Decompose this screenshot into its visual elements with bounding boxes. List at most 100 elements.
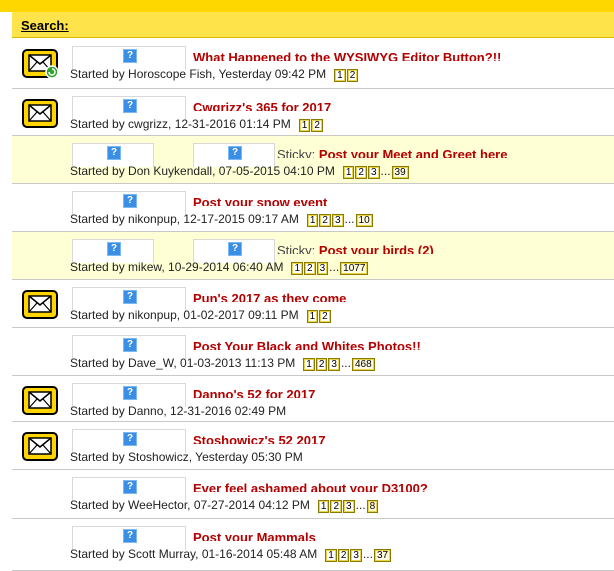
page-ellipsis: ... [362, 547, 373, 562]
thread-title-text[interactable]: Pun's 2017 as they come [193, 291, 346, 302]
page-link[interactable]: 1 [298, 119, 311, 133]
thread-title[interactable]: Sticky: Post your Meet and Greet here [277, 145, 507, 158]
thread-title[interactable]: What Happened to the WYSIWYG Editor Butt… [193, 48, 501, 61]
thread-starter: Started by WeeHector, 07-27-2014 04:12 P… [70, 498, 379, 514]
last-page-link[interactable]: 10 [355, 214, 373, 228]
missing-image-icon: ? [228, 242, 242, 256]
thread-row[interactable]: ? Pun's 2017 as they come Started by nikon… [12, 280, 614, 328]
missing-image-icon: ? [107, 146, 121, 160]
page-link[interactable]: 2 [346, 69, 359, 83]
last-page-link[interactable]: 8 [366, 500, 379, 514]
page-link[interactable]: 3 [343, 500, 355, 514]
missing-image-icon: ? [123, 49, 137, 63]
page-links: 12 [298, 117, 324, 133]
thread-row[interactable]: ? Post your Mammals Started by Scott Murra… [12, 519, 614, 571]
starter-text: Started by WeeHector, 07-27-2014 04:12 P… [70, 498, 310, 512]
page-link[interactable]: 1 [334, 69, 346, 83]
last-page-link[interactable]: 1077 [340, 262, 369, 276]
page-link[interactable]: 2 [315, 358, 328, 372]
search-link[interactable]: Search: [21, 18, 69, 33]
left-margin [0, 12, 12, 571]
page-link[interactable]: 1 [303, 358, 315, 372]
top-accent-bar [0, 0, 614, 12]
page-link[interactable]: 3 [367, 166, 380, 180]
thread-title-text[interactable]: Ever feel ashamed about your D3100? [193, 481, 428, 492]
thread-title[interactable]: Post your Mammals [193, 528, 316, 541]
thread-row[interactable]: ? Cwgrizz's 365 for 2017 Started by cwgriz… [12, 89, 614, 136]
thread-row[interactable]: ? Stoshowicz's 52 2017 Started by Stoshowi… [12, 422, 614, 470]
thread-row[interactable]: ? Post your snow event Started by nikonpup… [12, 184, 614, 232]
missing-image-icon: ? [123, 386, 137, 400]
page-links: 1 2 3... 37 [325, 547, 392, 563]
thread-row[interactable]: ?? Sticky: Post your Meet and Greet here S… [12, 136, 614, 184]
page-link[interactable]: 3 [316, 262, 329, 276]
thread-title-text[interactable]: Danno's 52 for 2017 [193, 387, 315, 398]
thread-title-text[interactable]: Stoshowicz's 52 2017 [193, 433, 325, 444]
last-page-link[interactable]: 37 [373, 549, 392, 563]
thread-row[interactable]: ? Ever feel ashamed about your D3100? Star… [12, 470, 614, 519]
thread-title-text[interactable]: Cwgrizz's 365 for 2017 [193, 100, 331, 111]
page-link[interactable]: 1 [317, 500, 330, 514]
page-link[interactable]: 1 [342, 166, 355, 180]
page-link[interactable]: 2 [319, 310, 331, 324]
thread-title-text[interactable]: Post your snow event [193, 195, 327, 206]
thread-title[interactable]: Post Your Black and Whites Photos!! [193, 337, 421, 350]
page-link[interactable]: 1 [306, 214, 319, 228]
starter-text: Started by Danno, 12-31-2016 02:49 PM [70, 404, 287, 418]
page-link[interactable]: 3 [328, 358, 340, 372]
starter-text: Started by nikonpup, 01-02-2017 09:11 PM [70, 308, 299, 322]
thread-title-text[interactable]: Post Your Black and Whites Photos!! [193, 339, 421, 350]
thread-row[interactable]: ?? Sticky: Post your birds (2) Started by … [12, 232, 614, 280]
page-link[interactable]: 2 [330, 500, 343, 514]
thread-starter: Started by cwgrizz, 12-31-2016 01:14 PM 1… [70, 117, 324, 133]
sticky-label: Sticky: [277, 243, 319, 254]
starter-text: Started by Stoshowicz, Yesterday 05:30 P… [70, 450, 303, 464]
thread-title[interactable]: Pun's 2017 as they come [193, 289, 346, 302]
thread-title-text[interactable]: What Happened to the WYSIWYG Editor Butt… [193, 50, 501, 61]
thread-starter: Started by Dave_W, 01-03-2013 11:13 PM 1 2… [70, 356, 376, 372]
thread-title-text[interactable]: Post your Meet and Greet here [319, 147, 508, 158]
thread-title-text[interactable]: Post your Mammals [193, 530, 316, 541]
starter-text: Started by cwgrizz, 12-31-2016 01:14 PM [70, 117, 291, 131]
thread-title[interactable]: Cwgrizz's 365 for 2017 [193, 98, 331, 111]
missing-image-icon: ? [123, 529, 137, 543]
starter-text: Started by Dave_W, 01-03-2013 11:13 PM [70, 356, 296, 370]
missing-image-icon: ? [123, 432, 137, 446]
last-page-link[interactable]: 468 [351, 358, 375, 372]
thread-starter: Started by Stoshowicz, Yesterday 05:30 P… [70, 450, 303, 464]
thread-starter: Started by Danno, 12-31-2016 02:49 PM [70, 404, 286, 418]
page-link[interactable]: 3 [350, 549, 362, 563]
page-link[interactable]: 2 [311, 119, 323, 133]
page-ellipsis: ... [329, 260, 340, 275]
thread-title[interactable]: Stoshowicz's 52 2017 [193, 431, 325, 444]
thread-title[interactable]: Ever feel ashamed about your D3100? [193, 479, 428, 492]
starter-text: Started by mikew, 10-29-2014 06:40 AM [70, 260, 284, 274]
thread-title[interactable]: Danno's 52 for 2017 [193, 385, 315, 398]
thread-title[interactable]: Post your snow event [193, 193, 327, 206]
missing-image-icon: ? [228, 146, 242, 160]
page-links: 1 2 3... 8 [317, 498, 379, 514]
page-link[interactable]: 1 [291, 262, 304, 276]
envelope-icon [22, 97, 58, 129]
thread-starter: Started by Scott Murray, 01-16-2014 05:4… [70, 547, 392, 563]
page-link[interactable]: 2 [355, 166, 367, 180]
search-header: Search: [12, 12, 614, 38]
missing-image-icon: ? [123, 480, 137, 494]
page-link[interactable]: 2 [319, 214, 331, 228]
starter-text: Started by Horoscope Fish, Yesterday 09:… [70, 67, 327, 81]
thread-row[interactable]: ? Danno's 52 for 2017 Started by Danno, 12… [12, 376, 614, 422]
thread-row[interactable]: ? Post Your Black and Whites Photos!! Star… [12, 328, 614, 376]
thread-title[interactable]: Sticky: Post your birds (2) [277, 241, 434, 254]
missing-image-icon: ? [123, 290, 137, 304]
last-page-link[interactable]: 39 [391, 166, 409, 180]
envelope-icon [22, 288, 58, 320]
page-link[interactable]: 2 [337, 549, 350, 563]
page-link[interactable]: 3 [331, 214, 344, 228]
page-link[interactable]: 2 [304, 262, 316, 276]
thread-title-text[interactable]: Post your birds (2) [319, 243, 434, 254]
thread-row[interactable]: ? What Happened to the WYSIWYG Editor But… [12, 39, 614, 89]
page-links: 1 2 3... 10 [306, 212, 374, 228]
page-link[interactable]: 1 [325, 549, 337, 563]
page-link[interactable]: 1 [306, 310, 319, 324]
page-links: 1 2 3... 468 [303, 356, 375, 372]
